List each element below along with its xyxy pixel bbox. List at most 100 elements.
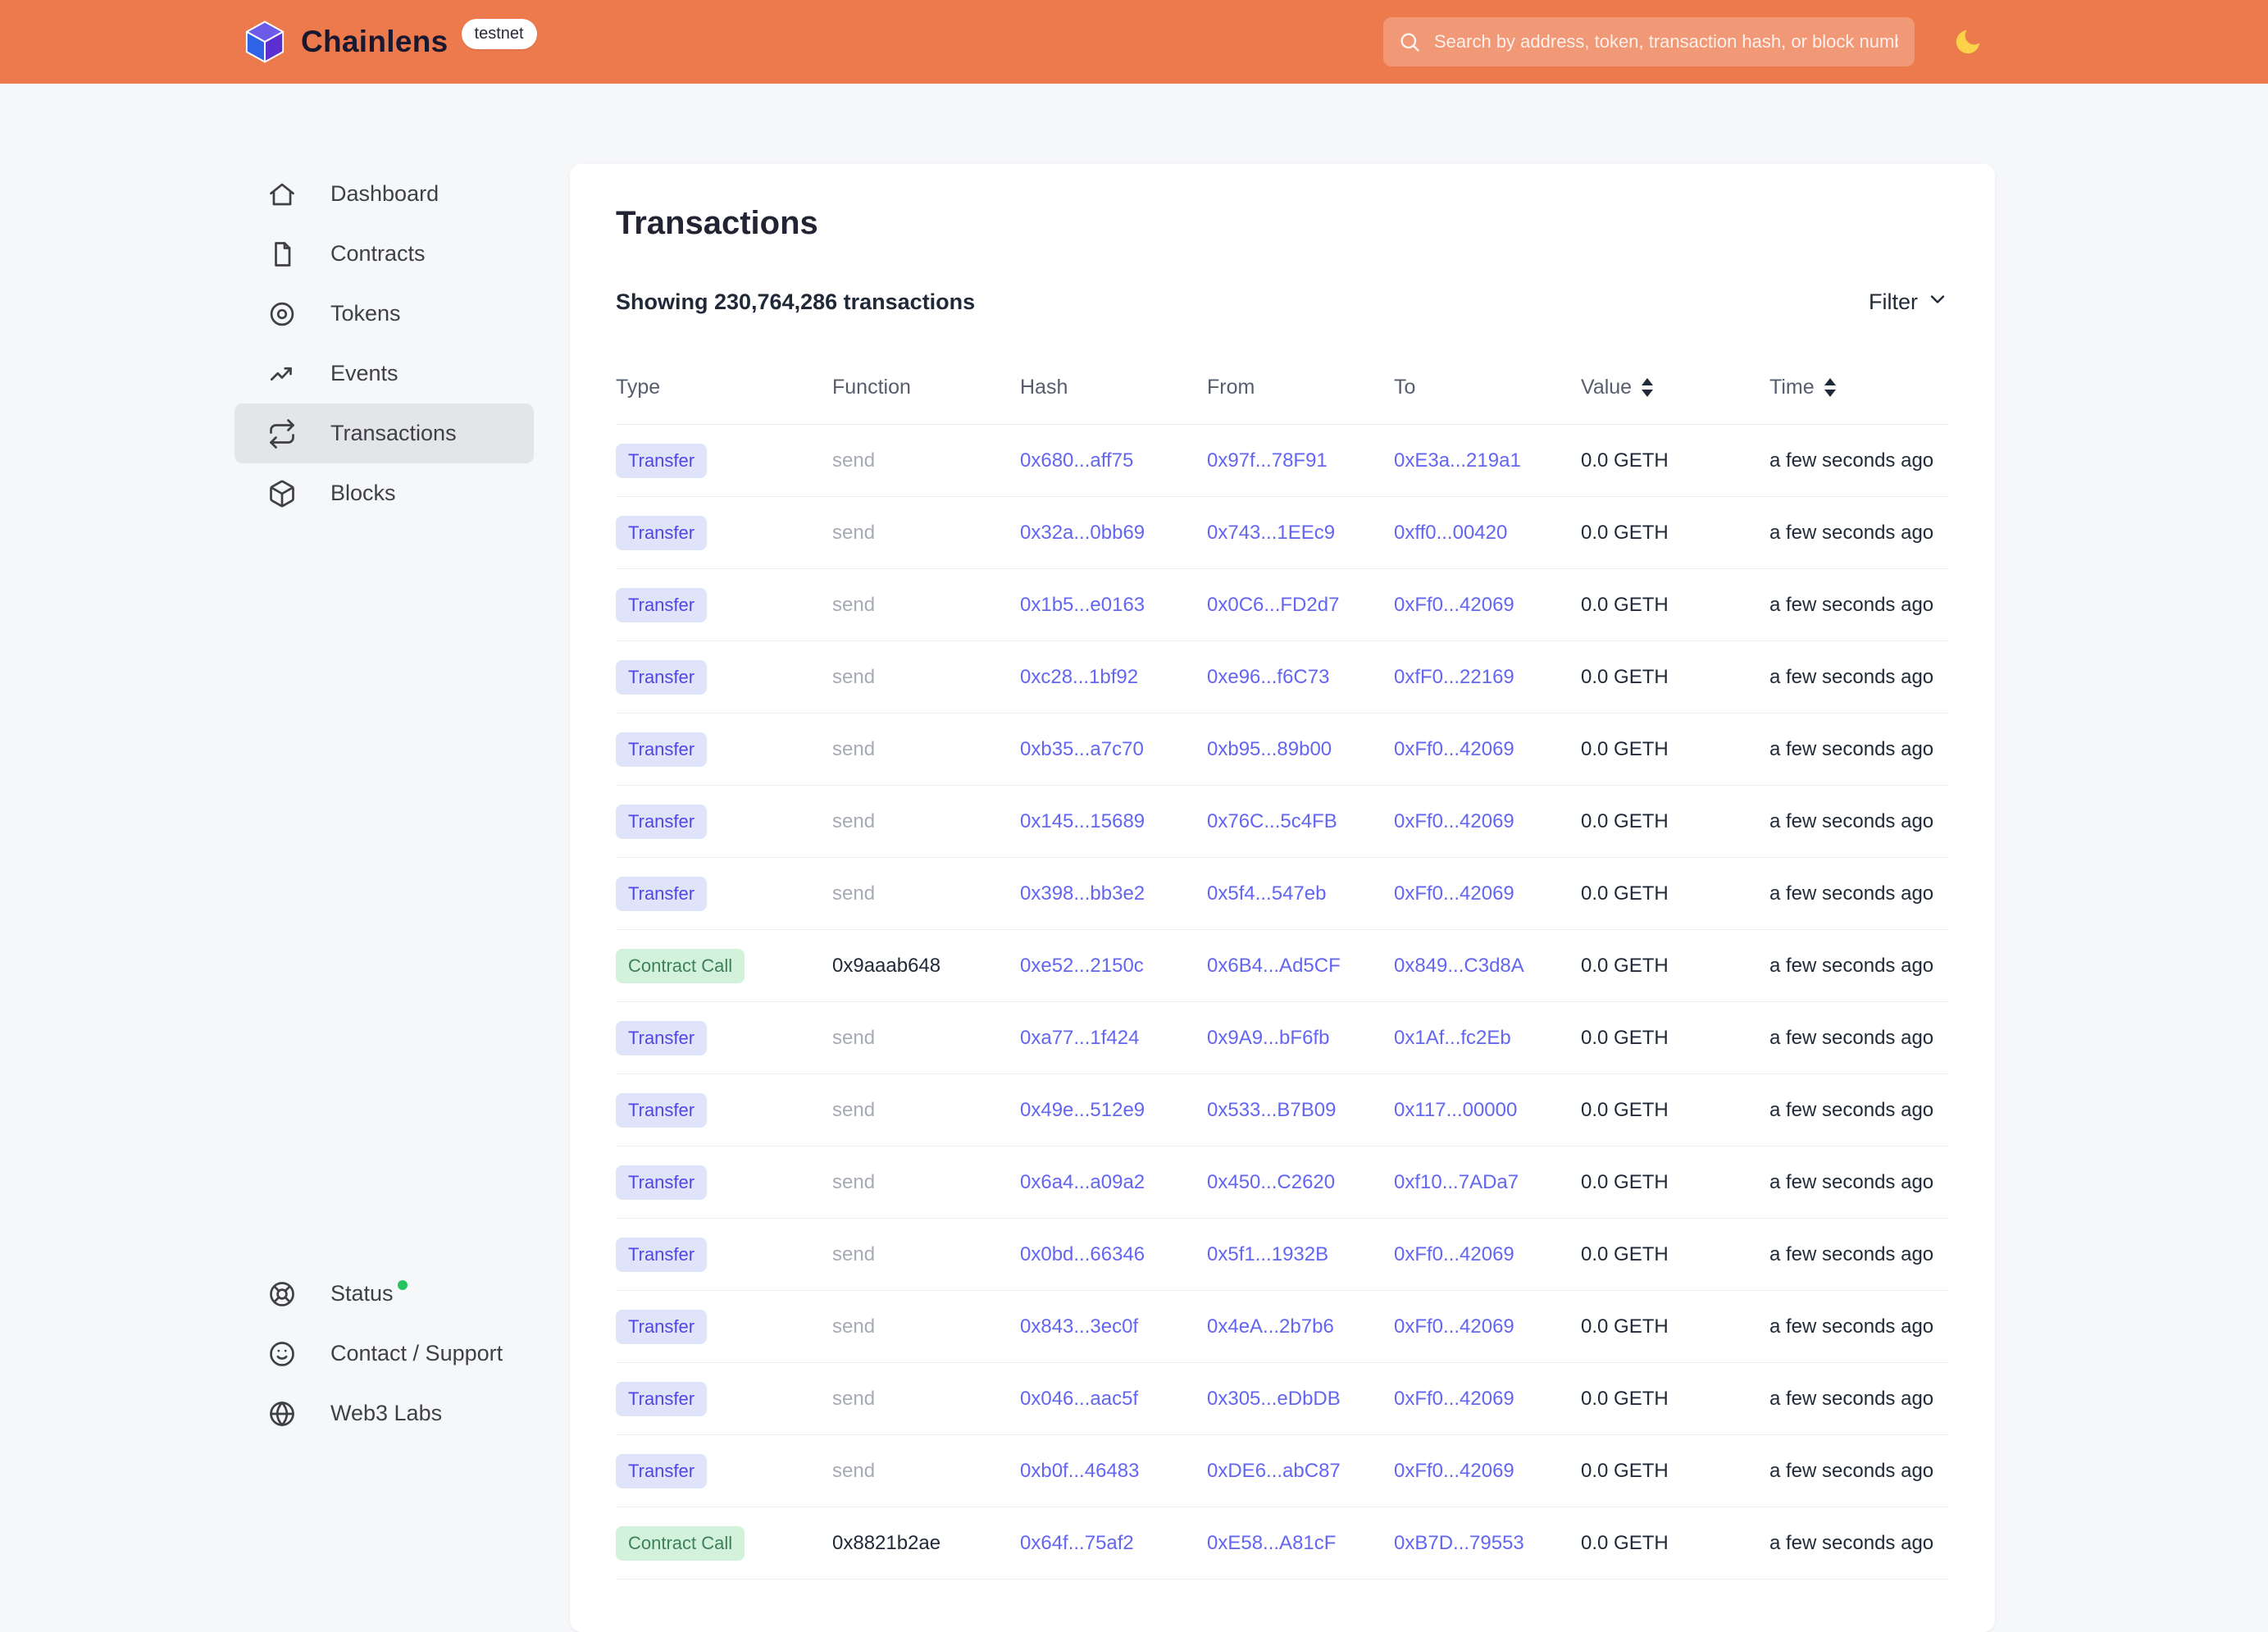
function-cell: send bbox=[832, 1099, 1020, 1122]
sidebar-item-contracts[interactable]: Contracts bbox=[235, 224, 534, 284]
hash-link[interactable]: 0xb0f...46483 bbox=[1020, 1460, 1139, 1482]
to-cell: 0x1Af...fc2Eb bbox=[1394, 1027, 1581, 1050]
to-link[interactable]: 0xFf0...42069 bbox=[1394, 738, 1514, 760]
sidebar-item-blocks[interactable]: Blocks bbox=[235, 463, 534, 523]
sidebar-item-tokens[interactable]: Tokens bbox=[235, 284, 534, 344]
from-link[interactable]: 0xb95...89b00 bbox=[1207, 738, 1332, 760]
filter-button[interactable]: Filter bbox=[1869, 288, 1949, 317]
hash-link[interactable]: 0xb35...a7c70 bbox=[1020, 738, 1144, 760]
status-label: Status bbox=[330, 1281, 394, 1306]
hash-cell: 0x046...aac5f bbox=[1020, 1388, 1207, 1411]
type-cell: Transfer bbox=[616, 588, 832, 622]
hash-link[interactable]: 0x046...aac5f bbox=[1020, 1388, 1138, 1410]
to-link[interactable]: 0x1Af...fc2Eb bbox=[1394, 1027, 1511, 1049]
from-link[interactable]: 0xe96...f6C73 bbox=[1207, 666, 1329, 688]
hash-link[interactable]: 0xc28...1bf92 bbox=[1020, 666, 1138, 688]
to-link[interactable]: 0xFf0...42069 bbox=[1394, 1315, 1514, 1338]
hash-link[interactable]: 0x64f...75af2 bbox=[1020, 1532, 1134, 1554]
hash-link[interactable]: 0x843...3ec0f bbox=[1020, 1315, 1138, 1338]
to-link[interactable]: 0xFf0...42069 bbox=[1394, 594, 1514, 616]
from-link[interactable]: 0x5f4...547eb bbox=[1207, 882, 1326, 905]
dark-mode-toggle[interactable] bbox=[1952, 26, 1983, 57]
to-cell: 0xFf0...42069 bbox=[1394, 594, 1581, 617]
sidebar-item-contact-support[interactable]: Contact / Support bbox=[235, 1324, 534, 1384]
hash-link[interactable]: 0x1b5...e0163 bbox=[1020, 594, 1145, 616]
column-header-value[interactable]: Value bbox=[1581, 376, 1769, 399]
hash-link[interactable]: 0x398...bb3e2 bbox=[1020, 882, 1145, 905]
from-cell: 0xb95...89b00 bbox=[1207, 738, 1394, 761]
lifebuoy-icon bbox=[267, 1279, 297, 1309]
from-link[interactable]: 0x5f1...1932B bbox=[1207, 1243, 1328, 1265]
brand-logo[interactable]: Chainlens testnet bbox=[242, 19, 537, 65]
to-link[interactable]: 0xFf0...42069 bbox=[1394, 1460, 1514, 1482]
to-link[interactable]: 0xFf0...42069 bbox=[1394, 1243, 1514, 1265]
from-link[interactable]: 0x76C...5c4FB bbox=[1207, 810, 1337, 832]
value-cell: 0.0 GETH bbox=[1581, 449, 1769, 472]
sidebar-item-transactions[interactable]: Transactions bbox=[235, 403, 534, 463]
column-header-hash: Hash bbox=[1020, 376, 1207, 399]
from-link[interactable]: 0xE58...A81cF bbox=[1207, 1532, 1336, 1554]
sidebar-item-events[interactable]: Events bbox=[235, 344, 534, 403]
from-link[interactable]: 0x305...eDbDB bbox=[1207, 1388, 1341, 1410]
hash-link[interactable]: 0xe52...2150c bbox=[1020, 955, 1144, 977]
to-link[interactable]: 0x117...00000 bbox=[1394, 1099, 1517, 1121]
type-cell: Transfer bbox=[616, 1310, 832, 1344]
from-link[interactable]: 0x743...1EEc9 bbox=[1207, 522, 1335, 544]
to-link[interactable]: 0xFf0...42069 bbox=[1394, 810, 1514, 832]
time-cell: a few seconds ago bbox=[1769, 666, 1949, 689]
function-cell: send bbox=[832, 1388, 1020, 1411]
column-header-value-label: Value bbox=[1581, 376, 1632, 399]
from-link[interactable]: 0x9A9...bF6fb bbox=[1207, 1027, 1329, 1049]
from-link[interactable]: 0x97f...78F91 bbox=[1207, 449, 1328, 472]
function-cell: send bbox=[832, 449, 1020, 472]
sort-icon[interactable] bbox=[1642, 378, 1653, 397]
from-link[interactable]: 0x533...B7B09 bbox=[1207, 1099, 1336, 1121]
table-row: Transfer send 0xb35...a7c70 0xb95...89b0… bbox=[616, 713, 1949, 786]
to-link[interactable]: 0xff0...00420 bbox=[1394, 522, 1507, 544]
to-link[interactable]: 0xfF0...22169 bbox=[1394, 666, 1514, 688]
type-badge: Transfer bbox=[616, 1165, 707, 1200]
to-link[interactable]: 0xB7D...79553 bbox=[1394, 1532, 1524, 1554]
column-header-time-label: Time bbox=[1769, 376, 1815, 399]
sidebar-item-label: Tokens bbox=[330, 301, 401, 326]
hash-link[interactable]: 0x0bd...66346 bbox=[1020, 1243, 1145, 1265]
from-link[interactable]: 0x4eA...2b7b6 bbox=[1207, 1315, 1334, 1338]
function-cell: send bbox=[832, 882, 1020, 905]
table-row: Contract Call 0x9aaab648 0xe52...2150c 0… bbox=[616, 930, 1949, 1002]
column-header-time[interactable]: Time bbox=[1769, 376, 1949, 399]
search-input[interactable] bbox=[1383, 17, 1915, 66]
function-cell: send bbox=[832, 522, 1020, 545]
to-link[interactable]: 0xFf0...42069 bbox=[1394, 1388, 1514, 1410]
to-link[interactable]: 0x849...C3d8A bbox=[1394, 955, 1524, 977]
from-link[interactable]: 0x450...C2620 bbox=[1207, 1171, 1335, 1193]
hash-link[interactable]: 0x6a4...a09a2 bbox=[1020, 1171, 1145, 1193]
value-cell: 0.0 GETH bbox=[1581, 1315, 1769, 1338]
sidebar-item-status[interactable]: Status bbox=[235, 1264, 534, 1324]
table-row: Transfer send 0x843...3ec0f 0x4eA...2b7b… bbox=[616, 1291, 1949, 1363]
sort-icon[interactable] bbox=[1824, 378, 1836, 397]
time-cell: a few seconds ago bbox=[1769, 1243, 1949, 1266]
to-link[interactable]: 0xf10...7ADa7 bbox=[1394, 1171, 1519, 1193]
top-header: Chainlens testnet bbox=[0, 0, 2268, 84]
hash-link[interactable]: 0x49e...512e9 bbox=[1020, 1099, 1145, 1121]
function-cell: 0x9aaab648 bbox=[832, 955, 1020, 978]
to-link[interactable]: 0xE3a...219a1 bbox=[1394, 449, 1521, 472]
hash-cell: 0xb35...a7c70 bbox=[1020, 738, 1207, 761]
hash-cell: 0xa77...1f424 bbox=[1020, 1027, 1207, 1050]
type-badge: Transfer bbox=[616, 588, 707, 622]
from-link[interactable]: 0xDE6...abC87 bbox=[1207, 1460, 1341, 1482]
from-link[interactable]: 0x0C6...FD2d7 bbox=[1207, 594, 1339, 616]
to-link[interactable]: 0xFf0...42069 bbox=[1394, 882, 1514, 905]
hash-link[interactable]: 0xa77...1f424 bbox=[1020, 1027, 1139, 1049]
hash-link[interactable]: 0x680...aff75 bbox=[1020, 449, 1133, 472]
hash-link[interactable]: 0x32a...0bb69 bbox=[1020, 522, 1145, 544]
sidebar-item-dashboard[interactable]: Dashboard bbox=[235, 164, 534, 224]
content-area: Dashboard Contracts Tokens bbox=[0, 84, 2268, 1576]
from-link[interactable]: 0x6B4...Ad5CF bbox=[1207, 955, 1341, 977]
hash-link[interactable]: 0x145...15689 bbox=[1020, 810, 1145, 832]
type-cell: Transfer bbox=[616, 1238, 832, 1272]
to-cell: 0xff0...00420 bbox=[1394, 522, 1581, 545]
function-cell: send bbox=[832, 594, 1020, 617]
sidebar-item-web3-labs[interactable]: Web3 Labs bbox=[235, 1384, 534, 1443]
from-cell: 0x0C6...FD2d7 bbox=[1207, 594, 1394, 617]
